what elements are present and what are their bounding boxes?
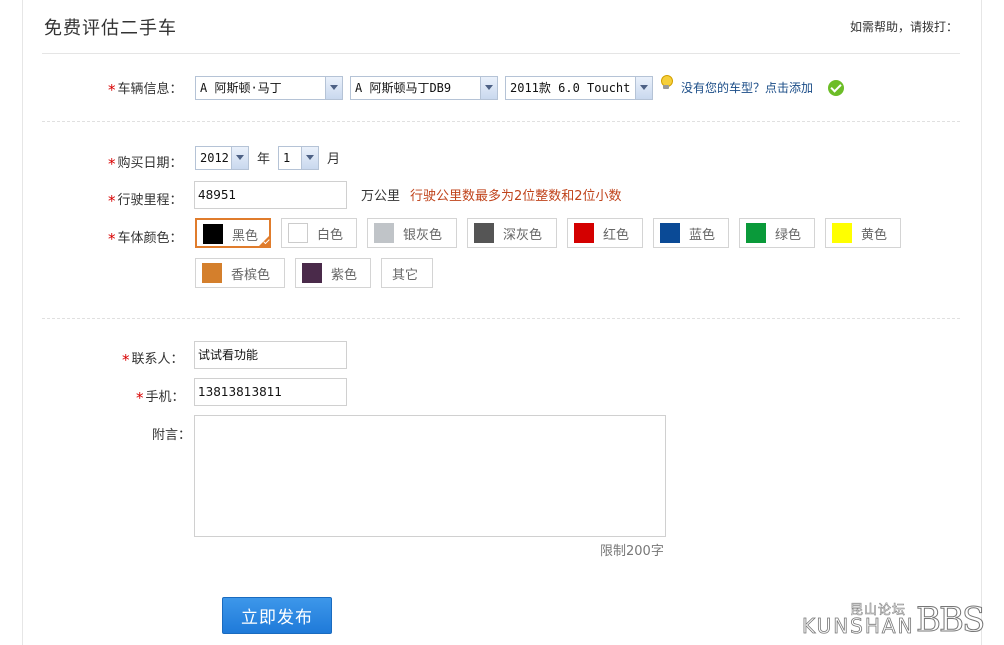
color-chip (746, 223, 766, 243)
color-label: * 车体颜色： (108, 230, 183, 248)
model-select[interactable]: 2011款 6.0 Touchtr (505, 76, 653, 100)
note-label: 附言： (152, 428, 192, 443)
watermark-en: KUNSHAN (802, 614, 915, 639)
year-unit: 年 (257, 152, 271, 167)
series-select[interactable]: A 阿斯顿马丁DB9 (350, 76, 498, 100)
submit-button[interactable]: 立即发布 (222, 597, 332, 634)
header-divider (42, 53, 960, 54)
color-chip (832, 223, 852, 243)
section-divider (42, 318, 960, 319)
brand-select[interactable]: A 阿斯顿·马丁 (195, 76, 343, 100)
chevron-down-icon (231, 147, 248, 169)
phone-label: * 手机： (136, 389, 185, 407)
note-textarea[interactable] (194, 415, 666, 537)
vehicle-info-label: * 车辆信息： (108, 81, 183, 99)
char-limit-text: 限制200字 (600, 544, 664, 559)
color-option-other[interactable]: 其它 (381, 258, 433, 288)
color-chip (474, 223, 494, 243)
color-option-silver[interactable]: 银灰色 (367, 218, 457, 248)
chevron-down-icon (301, 147, 318, 169)
color-chip (574, 223, 594, 243)
watermark-bbs: BBS (915, 600, 985, 641)
help-text: 如需帮助，请拨打： (849, 20, 958, 34)
color-option-red[interactable]: 红色 (567, 218, 643, 248)
color-chip (288, 223, 308, 243)
contact-input[interactable]: 试试看功能 (194, 341, 347, 369)
color-chip (302, 263, 322, 283)
purchase-date-label: * 购买日期： (108, 155, 183, 173)
color-option-black[interactable]: 黑色 (195, 218, 271, 248)
contact-label: * 联系人： (122, 351, 184, 369)
color-chip (203, 224, 223, 244)
mileage-label: * 行驶里程： (108, 192, 183, 210)
chevron-down-icon (480, 77, 497, 99)
lightbulb-icon (660, 75, 673, 91)
add-model-link[interactable]: 没有您的车型？点击添加 (681, 79, 813, 96)
color-option-blue[interactable]: 蓝色 (653, 218, 729, 248)
section-divider (42, 121, 960, 122)
page-title: 免费评估二手车 (44, 18, 177, 39)
month-unit: 月 (327, 152, 341, 167)
check-circle-icon (828, 80, 844, 96)
chevron-down-icon (325, 77, 342, 99)
color-chip (660, 223, 680, 243)
color-option-champagne[interactable]: 香槟色 (195, 258, 285, 288)
mileage-tip: 行驶公里数最多为2位整数和2位小数 (410, 189, 622, 204)
purchase-year-select[interactable]: 2012 (195, 146, 249, 170)
color-chip (202, 263, 222, 283)
color-option-white[interactable]: 白色 (281, 218, 357, 248)
color-option-purple[interactable]: 紫色 (295, 258, 371, 288)
color-option-dark-gray[interactable]: 深灰色 (467, 218, 557, 248)
color-chip (374, 223, 394, 243)
mileage-input[interactable]: 48951 (194, 181, 347, 209)
phone-input[interactable]: 13813813811 (194, 378, 347, 406)
chevron-down-icon (635, 77, 652, 99)
color-option-green[interactable]: 绿色 (739, 218, 815, 248)
mileage-unit: 万公里 (361, 189, 401, 204)
watermark-logo: 昆山论坛 KUNSHAN BBS (802, 598, 998, 641)
purchase-month-select[interactable]: 1 (278, 146, 319, 170)
color-option-yellow[interactable]: 黄色 (825, 218, 901, 248)
